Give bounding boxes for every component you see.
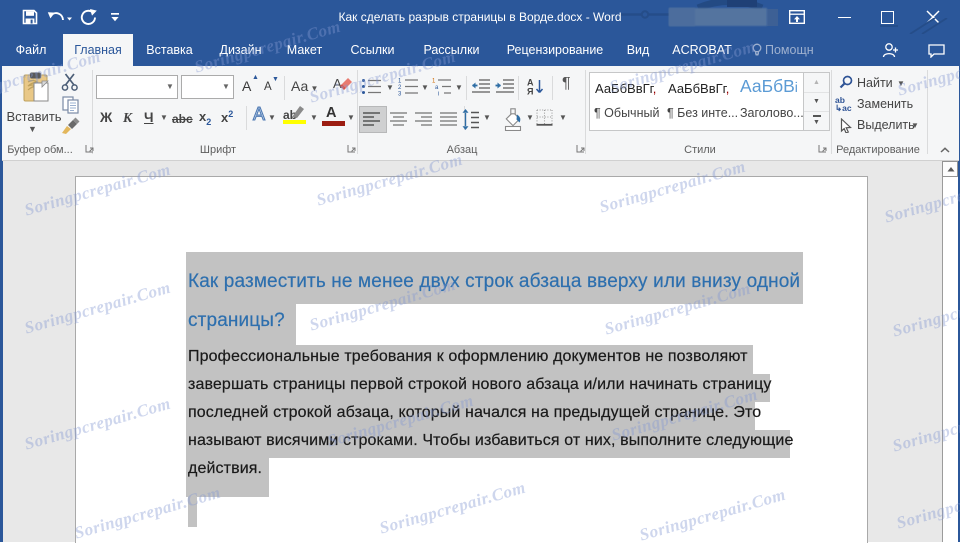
svg-text:а: а [435, 85, 439, 91]
svg-text:А: А [333, 76, 342, 91]
svg-text:1: 1 [432, 79, 436, 85]
svg-text:3: 3 [398, 92, 402, 97]
svg-text:1: 1 [398, 79, 402, 85]
svg-text:Я: Я [527, 87, 533, 97]
svg-text:i: i [438, 92, 439, 97]
svg-text:2: 2 [398, 85, 402, 91]
